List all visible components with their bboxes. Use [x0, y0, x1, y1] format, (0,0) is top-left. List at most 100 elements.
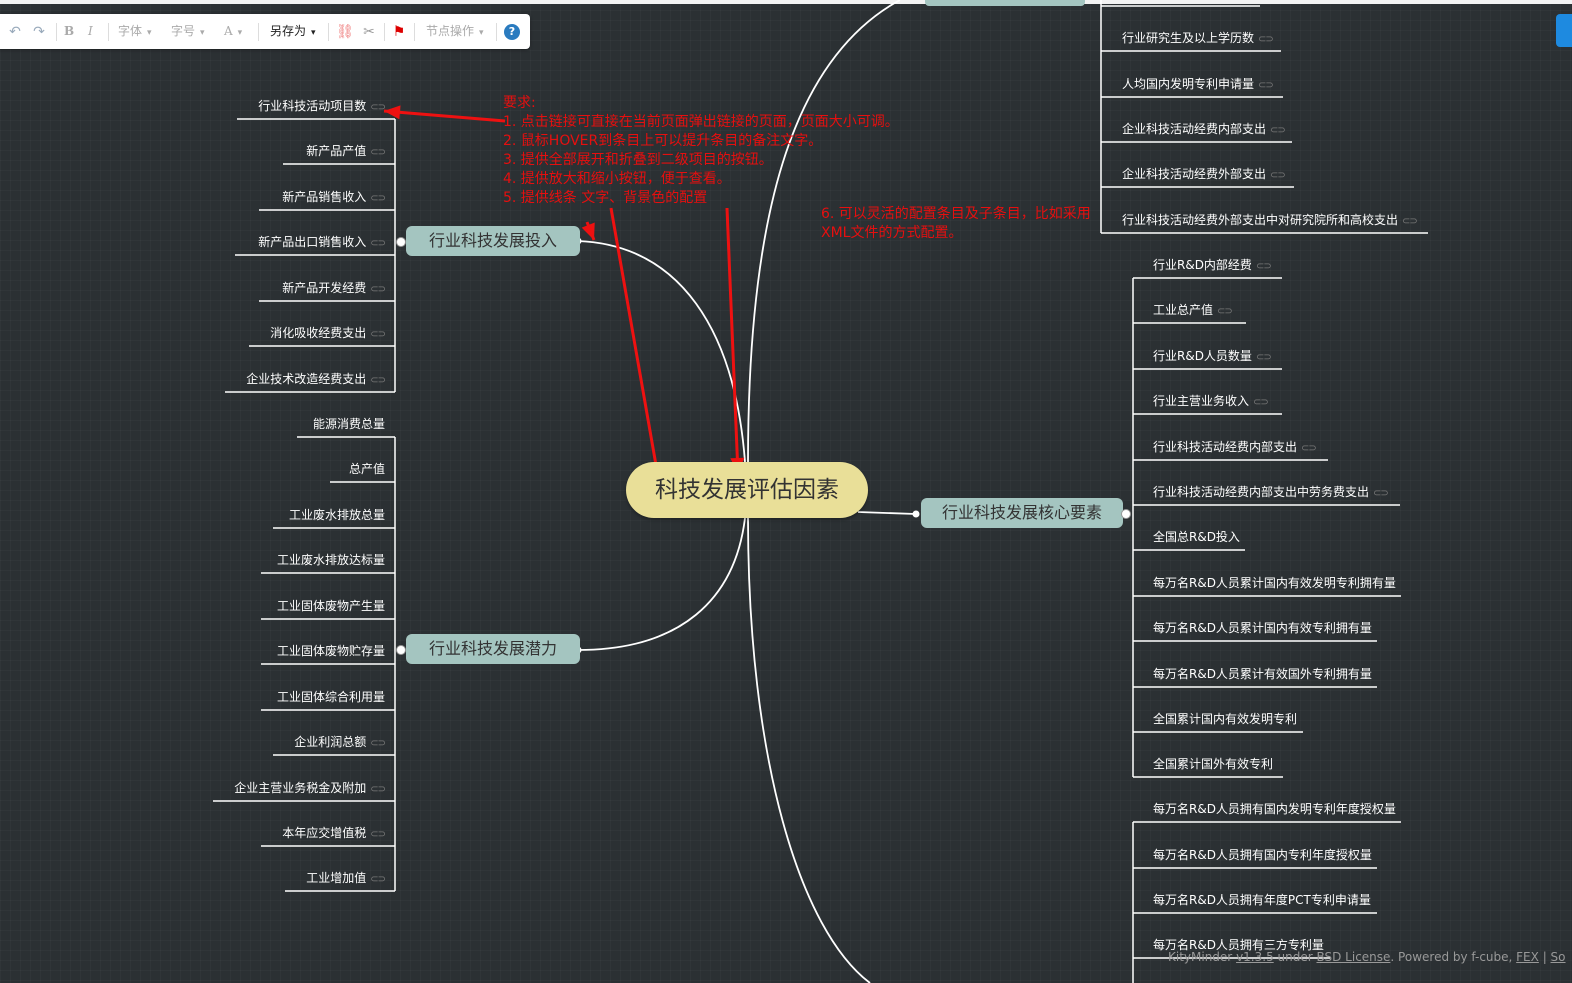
leaf-label: 新产品开发经费 — [282, 281, 367, 295]
core-leaf[interactable]: 行业科技活动经费内部支出中劳务费支出 ⊂⊃ — [1153, 483, 1389, 501]
link-icon[interactable]: ⊂⊃ — [1258, 80, 1274, 91]
top-right-leaf[interactable]: 企业科技活动经费内部支出 ⊂⊃ — [1122, 120, 1286, 138]
link-icon[interactable]: ⊂⊃ — [1217, 306, 1233, 317]
leaf-label: 新产品出口销售收入 — [258, 235, 367, 249]
extra-requirement-note: 6. 可以灵活的配置条目及子条目，比如采用 XML文件的方式配置。 — [821, 205, 1091, 243]
potential-leaf[interactable]: 工业固体废物贮存量 — [277, 642, 385, 660]
core-leaf[interactable]: 行业科技活动经费内部支出 ⊂⊃ — [1153, 438, 1317, 456]
top-right-leaf[interactable]: 人均国内发明专利申请量 ⊂⊃ — [1122, 75, 1274, 93]
leaf-label: 工业固体废物贮存量 — [276, 644, 385, 658]
link-icon[interactable]: ⊂⊃ — [1270, 170, 1286, 181]
leaf-label: 工业固体废物产生量 — [276, 599, 385, 613]
top-right-leaf[interactable]: 企业科技活动经费外部支出 ⊂⊃ — [1122, 165, 1286, 183]
link-icon[interactable]: ⊂⊃ — [370, 784, 386, 795]
branch-investment[interactable]: 行业科技发展投入 — [406, 226, 580, 256]
investment-leaf[interactable]: 新产品产值 ⊂⊃ — [306, 142, 386, 160]
footer-powered: . Powered by f-cube, — [1390, 950, 1517, 964]
version-link[interactable]: v1.3.5 — [1236, 950, 1274, 964]
leaf-label: 企业利润总额 — [294, 735, 367, 749]
leaf-label: 每万名R&D人员拥有国内发明专利年度授权量 — [1153, 802, 1396, 816]
offscreen-branch — [925, 0, 1085, 6]
potential-leaf[interactable]: 工业增加值 ⊂⊃ — [306, 869, 386, 887]
branch-core[interactable]: 行业科技发展核心要素 — [921, 498, 1123, 528]
core-collapse-toggle[interactable] — [1121, 509, 1131, 519]
investment-leaf[interactable]: 新产品销售收入 ⊂⊃ — [282, 188, 386, 206]
link-icon[interactable]: ⊂⊃ — [1256, 352, 1272, 363]
note-line: 2. 鼠标HOVER到条目上可以提升条目的备注文字。 — [503, 133, 823, 149]
potential-leaf[interactable]: 工业废水排放总量 — [289, 506, 385, 524]
link-icon[interactable]: ⊂⊃ — [370, 147, 386, 158]
investment-leaf[interactable]: 消化吸收经费支出 ⊂⊃ — [270, 324, 386, 342]
core-leaf[interactable]: 全国累计国外有效专利 — [1153, 755, 1273, 773]
leaf-label: 全国总R&D投入 — [1153, 530, 1240, 544]
license-link[interactable]: BSD License — [1316, 950, 1390, 964]
leaf-label: 全国累计国内有效发明专利 — [1153, 712, 1298, 726]
investment-leaf[interactable]: 新产品开发经费 ⊂⊃ — [282, 279, 386, 297]
investment-leaf[interactable]: 新产品出口销售收入 ⊂⊃ — [258, 233, 386, 251]
arrow-to-investment-head — [581, 222, 595, 240]
link-icon[interactable]: ⊂⊃ — [370, 193, 386, 204]
potential-leaf[interactable]: 工业固体综合利用量 — [277, 688, 385, 706]
link-icon[interactable]: ⊂⊃ — [370, 238, 386, 249]
leaf-label: 行业科技活动经费外部支出中对研究院所和高校支出 — [1122, 213, 1399, 227]
link-icon[interactable]: ⊂⊃ — [1373, 488, 1389, 499]
core-leaf[interactable]: 工业总产值 ⊂⊃ — [1153, 301, 1233, 319]
potential-leaf[interactable]: 总产值 — [349, 460, 385, 478]
link-icon[interactable]: ⊂⊃ — [1301, 443, 1317, 454]
link-icon[interactable]: ⊂⊃ — [1402, 216, 1418, 227]
link-icon[interactable]: ⊂⊃ — [370, 329, 386, 340]
core-leaf[interactable]: 行业主营业务收入 ⊂⊃ — [1153, 392, 1269, 410]
edge-root-bottom — [747, 517, 871, 983]
link-icon[interactable]: ⊂⊃ — [1258, 34, 1274, 45]
investment-collapse-toggle[interactable] — [396, 237, 406, 247]
potential-leaf[interactable]: 本年应交增值税 ⊂⊃ — [282, 824, 386, 842]
leaf-label: 工业废水排放总量 — [288, 508, 385, 522]
leaf-label: 每万名R&D人员累计国内有效发明专利拥有量 — [1153, 576, 1396, 590]
potential-leaf[interactable]: 能源消费总量 — [313, 415, 385, 433]
note-line: 4. 提供放大和缩小按钮，便于查看。 — [503, 171, 731, 187]
leaf-label: 工业增加值 — [306, 871, 367, 885]
core-leaf[interactable]: 每万名R&D人员累计有效国外专利拥有量 — [1153, 665, 1372, 683]
so-link[interactable]: So — [1551, 950, 1566, 964]
core-leaf[interactable]: 行业R&D内部经费 ⊂⊃ — [1153, 256, 1272, 274]
link-icon[interactable]: ⊂⊃ — [370, 829, 386, 840]
leaf-label: 工业总产值 — [1153, 303, 1214, 317]
link-icon[interactable]: ⊂⊃ — [370, 738, 386, 749]
core-leaf[interactable]: 全国总R&D投入 — [1153, 528, 1240, 546]
investment-leaf[interactable]: 企业技术改造经费支出 ⊂⊃ — [246, 370, 386, 388]
link-icon[interactable]: ⊂⊃ — [370, 102, 386, 113]
bottom-right-leaf[interactable]: 每万名R&D人员拥有国内发明专利年度授权量 — [1153, 800, 1396, 818]
leaf-label: 能源消费总量 — [312, 417, 385, 431]
root-topic[interactable]: 科技发展评估因素 — [626, 462, 868, 518]
link-icon[interactable]: ⊂⊃ — [370, 284, 386, 295]
bottom-right-leaf[interactable]: 每万名R&D人员拥有年度PCT专利申请量 — [1153, 891, 1371, 909]
potential-leaf[interactable]: 企业主营业务税金及附加 ⊂⊃ — [234, 779, 386, 797]
investment-leaf[interactable]: 行业科技活动项目数 ⊂⊃ — [258, 97, 386, 115]
link-icon[interactable]: ⊂⊃ — [1270, 125, 1286, 136]
leaf-label: 行业主营业务收入 — [1153, 394, 1250, 408]
edge-root-investment — [577, 240, 746, 463]
core-leaf[interactable]: 行业R&D人员数量 ⊂⊃ — [1153, 347, 1272, 365]
potential-collapse-toggle[interactable] — [396, 645, 406, 655]
leaf-label: 工业固体综合利用量 — [276, 690, 385, 704]
link-icon[interactable]: ⊂⊃ — [370, 375, 386, 386]
core-leaf[interactable]: 每万名R&D人员累计国内有效发明专利拥有量 — [1153, 574, 1396, 592]
branch-potential[interactable]: 行业科技发展潜力 — [406, 634, 580, 664]
core-leaf[interactable]: 全国累计国内有效发明专利 — [1153, 710, 1297, 728]
top-right-leaf[interactable]: 行业研究生及以上学历数 ⊂⊃ — [1122, 29, 1274, 47]
note-line: 3. 提供全部展开和折叠到二级项目的按钮。 — [503, 152, 773, 168]
leaf-label: 行业科技活动经费内部支出中劳务费支出 — [1153, 485, 1370, 499]
link-icon[interactable]: ⊂⊃ — [1256, 261, 1272, 272]
leaf-label: 行业科技活动项目数 — [258, 99, 367, 113]
bottom-right-leaf[interactable]: 每万名R&D人员拥有国内专利年度授权量 — [1153, 846, 1372, 864]
potential-leaf[interactable]: 企业利润总额 ⊂⊃ — [294, 733, 386, 751]
footer-prefix: KityMinder — [1168, 950, 1237, 964]
link-icon[interactable]: ⊂⊃ — [1253, 397, 1269, 408]
potential-leaf[interactable]: 工业废水排放达标量 — [277, 551, 385, 569]
link-icon[interactable]: ⊂⊃ — [370, 874, 386, 885]
leaf-label: 每万名R&D人员拥有国内专利年度授权量 — [1153, 848, 1372, 862]
fex-link[interactable]: FEX — [1516, 950, 1539, 964]
core-leaf[interactable]: 每万名R&D人员累计国内有效专利拥有量 — [1153, 619, 1372, 637]
top-right-leaf[interactable]: 行业科技活动经费外部支出中对研究院所和高校支出 ⊂⊃ — [1122, 211, 1418, 229]
potential-leaf[interactable]: 工业固体废物产生量 — [277, 597, 385, 615]
